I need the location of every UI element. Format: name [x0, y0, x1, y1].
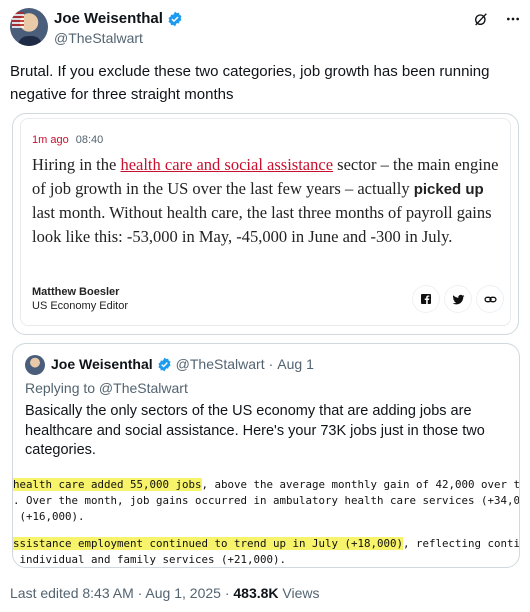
tweet-footer: Last edited 8:43 AM · Aug 1, 2025 · 483.…	[10, 585, 320, 601]
quoted-tweet[interactable]: Joe Weisenthal @TheStalwart · Aug 1 Repl…	[12, 343, 520, 568]
clip-line: individual and family services (+21,000)…	[13, 553, 287, 566]
avatar[interactable]	[10, 8, 48, 46]
twitter-icon[interactable]	[445, 286, 471, 312]
views-count: 483.8K	[233, 585, 279, 601]
article-author: Matthew Boesler	[32, 286, 120, 298]
body-pre: Hiring in the	[32, 155, 121, 174]
author-handle[interactable]: @TheStalwart	[54, 30, 143, 46]
sector-link[interactable]: health care and social assistance	[120, 155, 333, 174]
verified-badge-icon	[168, 11, 182, 26]
clip-text: , reflecting continu	[403, 537, 520, 550]
body-post: last month. Without health care, the las…	[32, 203, 492, 246]
clip-text: , above the average monthly gain of 42,0…	[201, 478, 520, 491]
article-card[interactable]: 1m ago 08:40 Hiring in the health care a…	[12, 113, 519, 335]
article-body: Hiring in the health care and social ass…	[32, 153, 504, 248]
tweet-header: Joe Weisenthal @TheStalwart	[10, 8, 522, 48]
author-name-row: Joe Weisenthal	[54, 10, 183, 27]
quoted-author-row: Joe Weisenthal @TheStalwart · Aug 1	[51, 356, 314, 372]
clip-highlight: ssistance employment continued to trend …	[13, 537, 404, 550]
facebook-icon[interactable]	[413, 286, 439, 312]
clip-text: . Over the month, job gains occurred in …	[13, 494, 520, 507]
clip-highlight: health care added 55,000 jobs	[13, 478, 202, 491]
header-actions	[472, 10, 522, 28]
views-label: Views	[278, 585, 320, 601]
tweet-text: Brutal. If you exclude these two categor…	[10, 63, 490, 103]
clip-text: (+16,000).	[13, 510, 85, 523]
clip-line: ssistance employment continued to trend …	[13, 537, 520, 550]
article-meta: 1m ago 08:40	[32, 134, 103, 146]
replying-to: Replying to @TheStalwart	[25, 380, 188, 396]
quoted-author-handle[interactable]: @TheStalwart	[176, 356, 265, 372]
article-card-inner: 1m ago 08:40 Hiring in the health care a…	[20, 118, 511, 326]
grok-icon[interactable]	[472, 10, 490, 28]
time-ago: 1m ago	[32, 134, 69, 146]
quoted-text: Basically the only sectors of the US eco…	[25, 403, 485, 458]
more-icon[interactable]	[504, 10, 522, 28]
article-author-role: US Economy Editor	[32, 300, 128, 312]
edited-timestamp[interactable]: Last edited 8:43 AM · Aug 1, 2025 ·	[10, 585, 233, 601]
quoted-date[interactable]: Aug 1	[277, 356, 314, 372]
clip-line: . Over the month, job gains occurred in …	[13, 494, 520, 507]
verified-badge-icon	[158, 357, 171, 371]
clip-text: individual and family services (+21,000)…	[13, 553, 287, 566]
time: 08:40	[75, 134, 104, 146]
link-icon[interactable]	[477, 286, 503, 312]
quoted-image[interactable]: health care added 55,000 jobs, above the…	[13, 472, 520, 566]
separator-dot: ·	[268, 356, 274, 372]
body-bold: picked up	[413, 180, 484, 198]
author-name[interactable]: Joe Weisenthal	[54, 10, 163, 27]
share-buttons	[413, 286, 503, 312]
clip-line: (+16,000).	[13, 510, 85, 523]
quoted-author-name[interactable]: Joe Weisenthal	[51, 356, 153, 372]
clip-line: health care added 55,000 jobs, above the…	[13, 478, 520, 491]
quoted-avatar[interactable]	[25, 355, 45, 375]
